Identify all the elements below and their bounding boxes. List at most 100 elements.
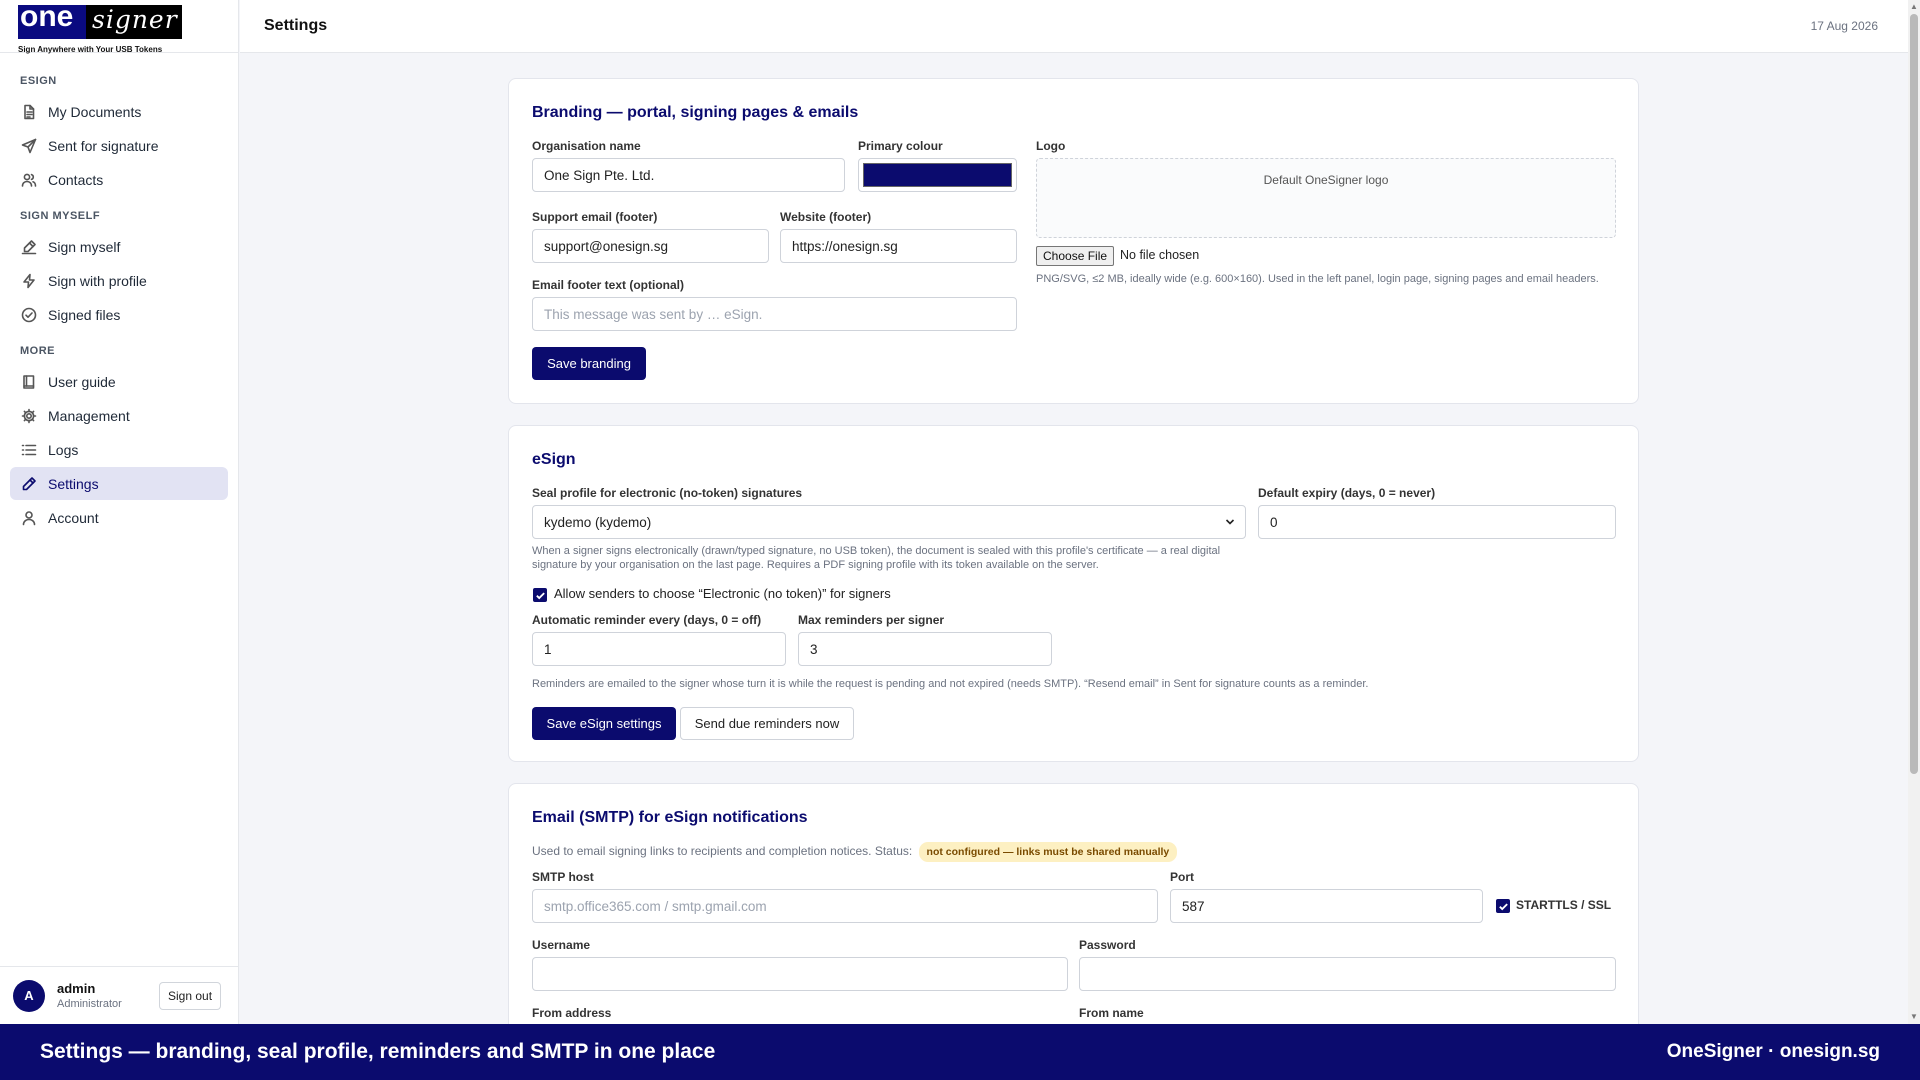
choose-file-button[interactable]: Choose File xyxy=(1036,246,1115,266)
website-input[interactable]: https://onesign.sg xyxy=(780,229,1017,263)
sidebar-item-contacts[interactable]: Contacts xyxy=(10,163,228,196)
esign-card: eSign Seal profile for electronic (no-to… xyxy=(508,425,1639,762)
topbar: Settings 17 Aug 2026 xyxy=(240,0,1908,53)
sidebar-item-label: User guide xyxy=(48,373,116,390)
pen-icon xyxy=(20,475,38,493)
sidebar-item-my-documents[interactable]: My Documents xyxy=(10,95,228,128)
logo-text-one: one xyxy=(20,0,74,33)
footer-text-input[interactable]: This message was sent by … eSign. xyxy=(532,297,1017,331)
reminder-help-text: Reminders are emailed to the signer whos… xyxy=(532,678,1369,690)
sidebar-item-sign-myself[interactable]: Sign myself xyxy=(10,230,228,263)
org-name-label: Organisation name xyxy=(532,139,641,153)
lightning-icon xyxy=(20,272,38,290)
starttls-checkbox[interactable] xyxy=(1496,899,1510,913)
logo-default-text: Default OneSigner logo xyxy=(1263,173,1389,187)
primary-colour-swatch xyxy=(863,163,1012,187)
sidebar-item-signed-files[interactable]: Signed files xyxy=(10,298,228,331)
sidebar-item-management[interactable]: Management xyxy=(10,399,228,432)
allow-electronic-label: Allow senders to choose “Electronic (no … xyxy=(554,586,891,601)
password-input[interactable] xyxy=(1079,957,1616,991)
gear-icon xyxy=(20,407,38,425)
seal-profile-label: Seal profile for electronic (no-token) s… xyxy=(532,486,803,500)
sidebar-item-logs[interactable]: Logs xyxy=(10,433,228,466)
sidebar-item-label: Account xyxy=(48,509,99,526)
scroll-up-arrow-icon[interactable]: ▲ xyxy=(1908,0,1920,14)
user-icon xyxy=(20,509,38,527)
check-circle-icon xyxy=(20,306,38,324)
port-input[interactable]: 587 xyxy=(1170,889,1483,923)
smtp-title: Email (SMTP) for eSign notifications xyxy=(532,809,808,826)
reminder-interval-label: Automatic reminder every (days, 0 = off) xyxy=(532,613,762,627)
primary-colour-picker[interactable] xyxy=(858,158,1017,192)
smtp-host-label: SMTP host xyxy=(532,870,594,884)
smtp-host-input[interactable]: smtp.office365.com / smtp.gmail.com xyxy=(532,889,1158,923)
status-badge: not configured — links must be shared ma… xyxy=(918,842,1178,862)
scrollbar[interactable]: ▲ ▼ xyxy=(1908,0,1920,1024)
seal-profile-value: kydemo (kydemo) xyxy=(544,514,652,530)
caption-banner: Settings — branding, seal profile, remin… xyxy=(0,1024,1920,1080)
nav-section-esign: ESIGN xyxy=(20,75,57,87)
logo-help-text: PNG/SVG, ≤2 MB, ideally wide (e.g. 600×1… xyxy=(1036,273,1599,285)
document-icon xyxy=(20,103,38,121)
brand-logo[interactable]: one signer Sign Anywhere with Your USB T… xyxy=(0,0,238,54)
no-file-text: No file chosen xyxy=(1120,248,1200,262)
allow-electronic-checkbox[interactable] xyxy=(533,588,547,602)
default-expiry-label: Default expiry (days, 0 = never) xyxy=(1258,486,1436,500)
avatar: A xyxy=(13,979,45,1012)
sign-out-button[interactable]: Sign out xyxy=(159,981,222,1010)
logo-text-signer: signer xyxy=(92,5,178,34)
sidebar-item-user-guide[interactable]: User guide xyxy=(10,365,228,398)
max-reminders-label: Max reminders per signer xyxy=(798,613,945,627)
smtp-intro: Used to email signing links to recipient… xyxy=(532,842,1178,862)
nav-section-sign-myself: SIGN MYSELF xyxy=(20,210,101,222)
check-icon xyxy=(535,591,545,599)
org-name-input[interactable]: One Sign Pte. Ltd. xyxy=(532,158,845,192)
esign-title: eSign xyxy=(532,451,576,468)
sidebar-item-label: Sign with profile xyxy=(48,272,147,289)
send-reminders-button[interactable]: Send due reminders now xyxy=(680,707,854,740)
book-icon xyxy=(20,373,38,391)
user-role: Administrator xyxy=(57,998,122,1010)
sidebar: one signer Sign Anywhere with Your USB T… xyxy=(0,0,239,1024)
support-email-input[interactable]: support@onesign.sg xyxy=(532,229,769,263)
reminder-interval-input[interactable]: 1 xyxy=(532,632,786,666)
main-content: Branding — portal, signing pages & email… xyxy=(240,54,1908,1024)
nav-section-more: MORE xyxy=(20,345,55,357)
sidebar-item-settings[interactable]: Settings xyxy=(10,467,228,500)
sidebar-nav: ESIGN My Documents Sent for signature Co… xyxy=(0,53,238,534)
website-label: Website (footer) xyxy=(780,210,872,224)
sidebar-item-label: Sign myself xyxy=(48,238,121,255)
username-label: Username xyxy=(532,938,591,952)
scroll-thumb[interactable] xyxy=(1910,14,1918,774)
user-name: admin xyxy=(57,981,96,996)
footer-text-label: Email footer text (optional) xyxy=(532,278,685,292)
sidebar-item-label: Sent for signature xyxy=(48,137,159,154)
user-panel: A admin Administrator Sign out xyxy=(0,966,239,1024)
sidebar-item-sign-with-profile[interactable]: Sign with profile xyxy=(10,264,228,297)
sidebar-item-label: Contacts xyxy=(48,171,104,188)
send-icon xyxy=(20,137,38,155)
seal-profile-select[interactable]: kydemo (kydemo) xyxy=(532,505,1246,539)
page-title: Settings xyxy=(264,17,328,34)
sidebar-item-sent-for-signature[interactable]: Sent for signature xyxy=(10,129,228,162)
username-input[interactable] xyxy=(532,957,1068,991)
save-esign-button[interactable]: Save eSign settings xyxy=(532,707,676,740)
default-expiry-input[interactable]: 0 xyxy=(1258,505,1616,539)
primary-colour-label: Primary colour xyxy=(858,139,943,153)
save-branding-button[interactable]: Save branding xyxy=(532,347,646,380)
sidebar-item-account[interactable]: Account xyxy=(10,501,228,534)
banner-brand: OneSigner · onesign.sg xyxy=(1666,1041,1880,1062)
logo-mark: one signer xyxy=(18,0,182,39)
smtp-card: Email (SMTP) for eSign notifications Use… xyxy=(508,783,1639,1024)
starttls-label: STARTTLS / SSL xyxy=(1516,898,1612,912)
branding-title: Branding — portal, signing pages & email… xyxy=(532,104,859,121)
port-label: Port xyxy=(1170,870,1194,884)
logo-label: Logo xyxy=(1036,139,1066,153)
scroll-down-arrow-icon[interactable]: ▼ xyxy=(1908,1010,1920,1024)
from-name-label: From name xyxy=(1079,1006,1144,1020)
smtp-intro-text: Used to email signing links to recipient… xyxy=(532,844,913,858)
list-icon xyxy=(20,441,38,459)
max-reminders-input[interactable]: 3 xyxy=(798,632,1052,666)
password-label: Password xyxy=(1079,938,1136,952)
signature-icon xyxy=(20,238,38,256)
